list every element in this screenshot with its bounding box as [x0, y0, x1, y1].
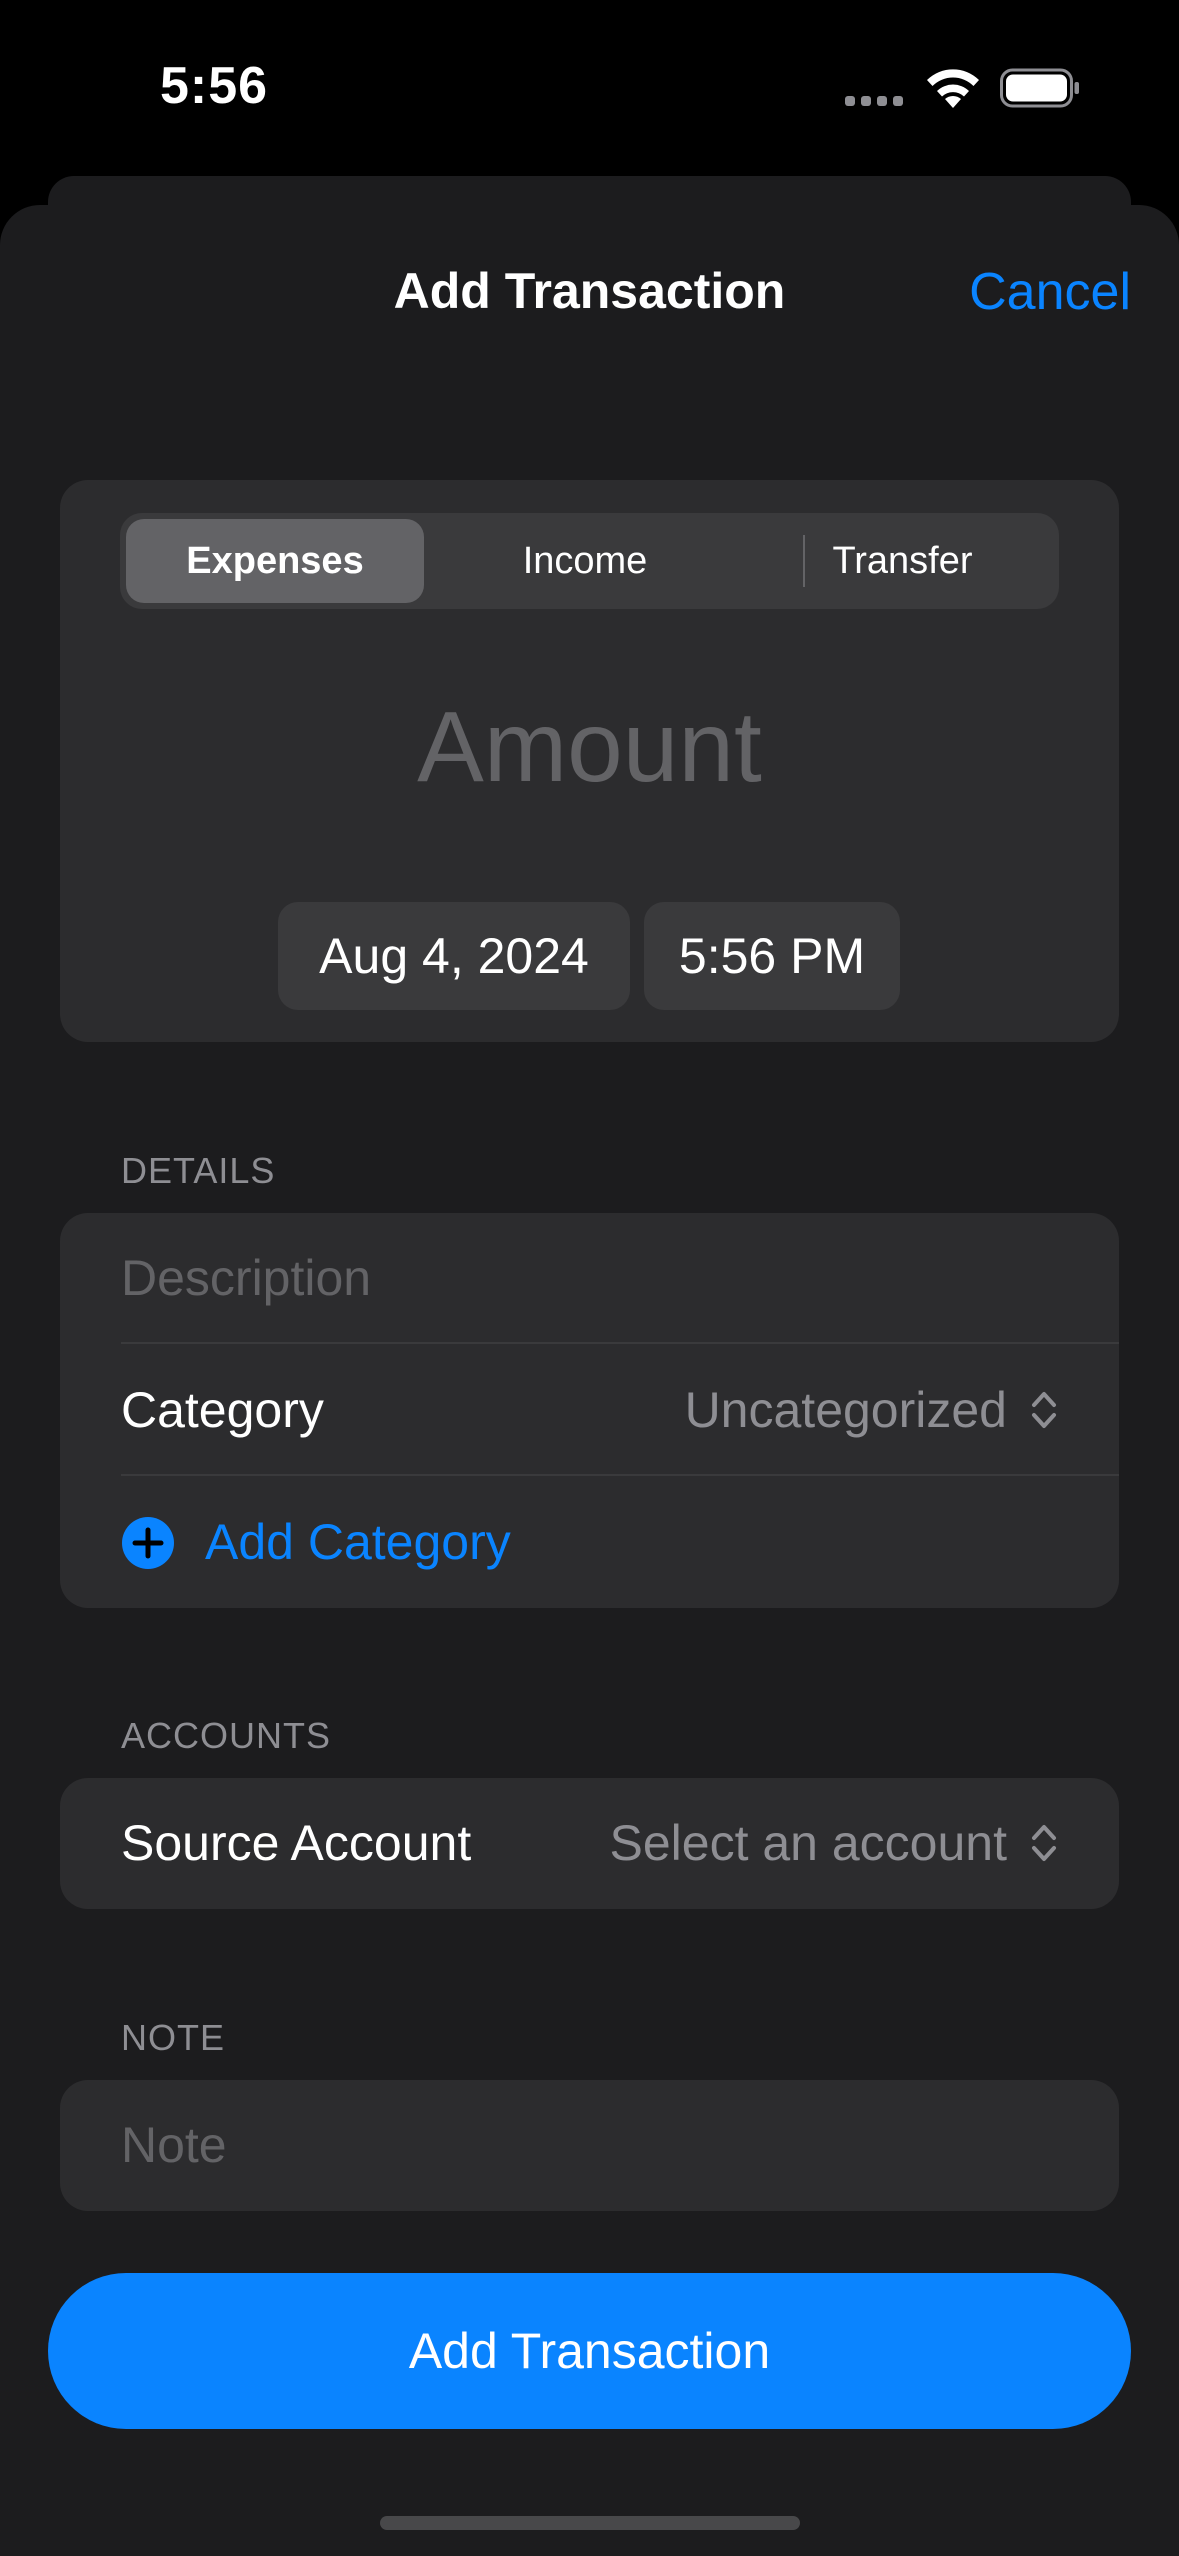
note-field[interactable]: Note — [121, 2080, 227, 2211]
category-label: Category — [121, 1382, 324, 1438]
home-indicator — [380, 2516, 800, 2530]
category-row[interactable]: Category Uncategorized — [60, 1345, 1119, 1476]
source-account-row[interactable]: Source Account Select an account — [60, 1778, 1119, 1909]
transaction-type-selector: Expenses Income Transfer — [120, 513, 1059, 609]
row-divider — [121, 1342, 1119, 1344]
details-section-header: DETAILS — [121, 1150, 276, 1191]
source-account-value[interactable]: Select an account — [610, 1778, 1008, 1909]
note-card: Note — [60, 2080, 1119, 2211]
accounts-card: Source Account Select an account — [60, 1778, 1119, 1909]
description-field[interactable]: Description — [121, 1213, 371, 1344]
status-bar: 5:56 — [0, 0, 1179, 170]
note-section-header: NOTE — [121, 2017, 226, 2058]
add-transaction-button[interactable]: Add Transaction — [48, 2273, 1131, 2429]
segment-expenses[interactable]: Expenses — [126, 513, 424, 609]
battery-icon — [1000, 68, 1079, 108]
description-row[interactable]: Description — [60, 1213, 1119, 1344]
note-row[interactable]: Note — [60, 2080, 1119, 2211]
chevron-updown-icon — [1032, 1392, 1056, 1428]
plus-circle-icon — [122, 1517, 174, 1569]
segment-income[interactable]: Income — [430, 513, 740, 609]
details-card: Description Category Uncategorized Add C… — [60, 1213, 1119, 1608]
date-picker-button[interactable]: Aug 4, 2024 — [278, 902, 630, 1010]
add-category-button[interactable]: Add Category — [205, 1477, 511, 1608]
chevron-updown-icon — [1032, 1825, 1056, 1861]
accounts-section-header: ACCOUNTS — [121, 1715, 332, 1756]
cellular-signal-icon — [845, 96, 905, 106]
cancel-button[interactable]: Cancel — [969, 262, 1131, 322]
row-divider — [121, 1474, 1119, 1476]
category-value[interactable]: Uncategorized — [685, 1345, 1007, 1476]
source-account-label: Source Account — [121, 1815, 472, 1871]
add-category-row[interactable]: Add Category — [60, 1477, 1119, 1608]
status-time: 5:56 — [160, 57, 269, 115]
segment-transfer[interactable]: Transfer — [746, 513, 1059, 609]
amount-card: Expenses Income Transfer Amount Aug 4, 2… — [60, 480, 1119, 1042]
amount-input[interactable]: Amount — [60, 690, 1119, 805]
wifi-icon — [927, 69, 979, 108]
time-picker-button[interactable]: 5:56 PM — [644, 902, 900, 1010]
